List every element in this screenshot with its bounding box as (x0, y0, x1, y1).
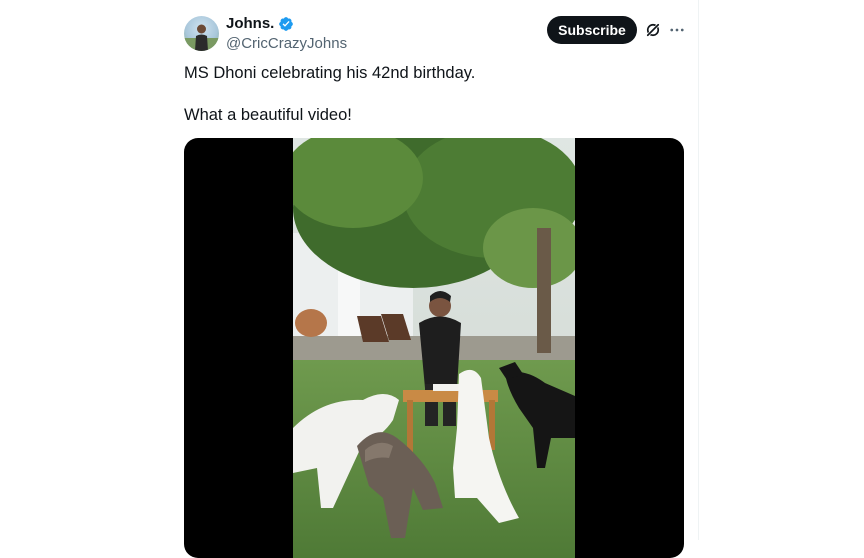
avatar[interactable] (184, 16, 219, 51)
more-horizontal-icon[interactable] (668, 21, 686, 39)
video-player[interactable] (184, 138, 684, 558)
grok-icon[interactable] (644, 21, 662, 39)
video-still (293, 138, 575, 558)
verified-badge-icon (279, 17, 294, 31)
column-divider (698, 0, 699, 540)
author-handle[interactable]: @CricCrazyJohns (226, 34, 347, 54)
tweet-text: MS Dhoni celebrating his 42nd birthday. … (184, 63, 684, 126)
subscribe-button[interactable]: Subscribe (547, 16, 637, 44)
author-display-name[interactable]: Johns. (226, 14, 274, 34)
tweet-line: What a beautiful video! (184, 106, 352, 124)
avatar-photo-icon (184, 24, 219, 51)
author-block[interactable]: Johns. @CricCrazyJohns (226, 14, 347, 54)
video-frame[interactable] (293, 138, 575, 558)
tweet-line: MS Dhoni celebrating his 42nd birthday. (184, 64, 476, 82)
